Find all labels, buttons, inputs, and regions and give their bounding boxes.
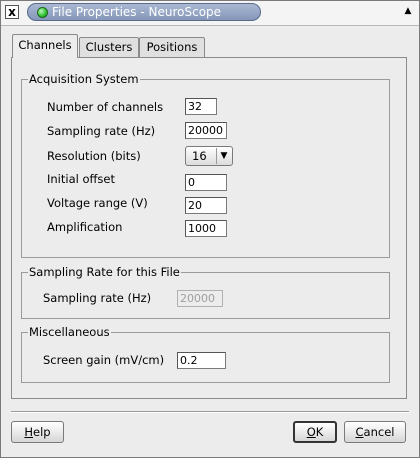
miscellaneous-legend: Miscellaneous bbox=[29, 325, 110, 339]
window-status-icon bbox=[37, 7, 48, 18]
title-bar[interactable]: x File Properties - NeuroScope ▲ bbox=[1, 1, 419, 26]
initial-offset-label: Initial offset bbox=[47, 172, 116, 186]
screen-gain-field[interactable]: 0.2 bbox=[177, 352, 226, 369]
tab-channels[interactable]: Channels bbox=[12, 34, 78, 58]
ok-button[interactable]: OK bbox=[293, 421, 337, 443]
help-button[interactable]: Help bbox=[11, 421, 64, 443]
acquisition-system-legend: Acquisition System bbox=[29, 72, 139, 86]
voltage-range-label: Voltage range (V) bbox=[47, 196, 148, 210]
divider bbox=[11, 411, 409, 413]
voltage-range-field[interactable]: 20 bbox=[185, 197, 227, 214]
sampling-rate-field[interactable]: 20000 bbox=[185, 122, 227, 139]
sampling-rate-label: Sampling rate (Hz) bbox=[47, 124, 156, 138]
resolution-value: 16 bbox=[192, 149, 207, 163]
tab-positions[interactable]: Positions bbox=[139, 37, 205, 57]
close-icon[interactable]: x bbox=[5, 5, 19, 19]
tab-clusters[interactable]: Clusters bbox=[79, 37, 139, 57]
cancel-label: ancel bbox=[363, 425, 395, 439]
window-title: File Properties - NeuroScope bbox=[52, 5, 222, 19]
file-sampling-rate-label: Sampling rate (Hz) bbox=[43, 291, 152, 305]
num-channels-field[interactable]: 32 bbox=[185, 98, 217, 115]
resolution-select[interactable]: 16 ▼ bbox=[185, 146, 233, 166]
help-label: elp bbox=[33, 425, 51, 439]
cancel-mnemonic: C bbox=[355, 425, 364, 439]
help-mnemonic: H bbox=[24, 425, 34, 439]
num-channels-label: Number of channels bbox=[47, 100, 164, 114]
shade-icon[interactable]: ▲ bbox=[403, 6, 413, 16]
file-sampling-rate-field: 20000 bbox=[177, 290, 223, 307]
dialog-window: x File Properties - NeuroScope ▲ Channel… bbox=[0, 0, 420, 458]
title-pill: File Properties - NeuroScope bbox=[27, 3, 261, 21]
amplification-field[interactable]: 1000 bbox=[185, 220, 227, 237]
amplification-label: Amplification bbox=[47, 220, 123, 234]
resolution-label: Resolution (bits) bbox=[47, 149, 141, 163]
screen-gain-label: Screen gain (mV/cm) bbox=[43, 353, 165, 367]
file-sampling-legend: Sampling Rate for this File bbox=[29, 265, 180, 279]
cancel-button[interactable]: Cancel bbox=[344, 421, 406, 443]
chevron-down-icon: ▼ bbox=[216, 148, 231, 164]
ok-label: K bbox=[315, 425, 324, 439]
ok-mnemonic: O bbox=[306, 425, 316, 439]
initial-offset-field[interactable]: 0 bbox=[185, 174, 227, 191]
